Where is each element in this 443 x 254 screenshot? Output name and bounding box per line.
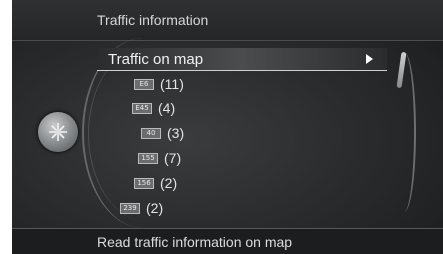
list-item[interactable]: E45 (4) (132, 99, 175, 117)
item-count: (4) (158, 100, 176, 116)
list-item[interactable]: 40 (3) (141, 124, 184, 142)
item-count: (7) (164, 150, 182, 166)
title-bar (12, 0, 443, 41)
scroll-arc (392, 52, 416, 212)
right-arrow-icon[interactable] (366, 54, 373, 64)
road-sign-badge: 155 (138, 152, 158, 164)
footer-hint: Read traffic information on map (97, 234, 293, 250)
list-item[interactable]: 156 (2) (134, 174, 177, 192)
list-item[interactable]: 239 (2) (120, 199, 163, 217)
rotary-knob-icon[interactable] (38, 112, 78, 152)
road-sign-badge: E45 (132, 102, 152, 114)
display-screen: Traffic information Traffic on map E6 (1… (12, 0, 443, 254)
item-count: (11) (160, 76, 184, 92)
list-item[interactable]: E6 (11) (134, 75, 184, 93)
page-title: Traffic information (97, 12, 209, 28)
road-sign-badge: 156 (134, 177, 154, 189)
road-sign-badge: E6 (134, 78, 154, 90)
item-count: (2) (160, 175, 178, 191)
road-sign-badge: 40 (141, 127, 161, 139)
list-item[interactable]: 155 (7) (138, 149, 181, 167)
item-count: (3) (167, 125, 185, 141)
road-sign-badge: 239 (120, 202, 140, 214)
item-count: (2) (146, 200, 164, 216)
menu-item-traffic-on-map[interactable]: Traffic on map (108, 51, 203, 68)
